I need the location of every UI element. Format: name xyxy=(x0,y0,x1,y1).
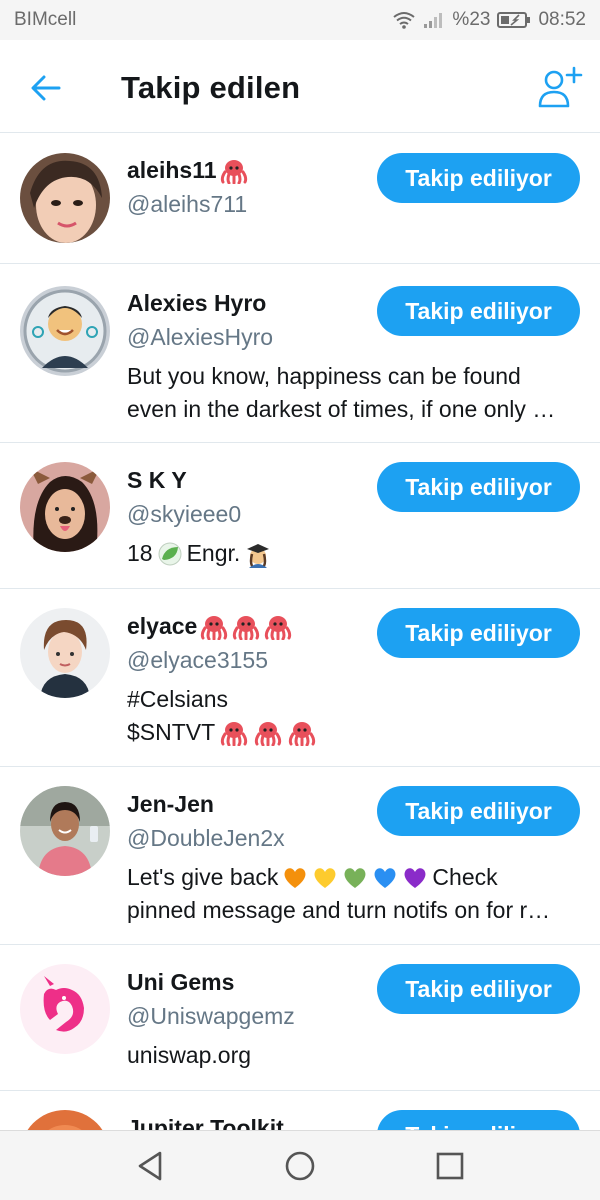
list-item[interactable]: elyace @elyace3155 #Celsians $SNTVT Taki… xyxy=(0,589,600,767)
recents-square-icon xyxy=(436,1152,464,1180)
bio-line: But you know, happiness can be found xyxy=(127,363,521,389)
user-handle: @DoubleJen2x xyxy=(127,825,285,851)
status-bar: BIMcell %23 08:52 xyxy=(0,0,600,40)
signal-icon xyxy=(424,13,443,28)
user-bio: uniswap.org xyxy=(127,1039,572,1072)
add-user-icon xyxy=(538,66,583,108)
list-item[interactable]: Alexies Hyro @AlexiesHyro But you know, … xyxy=(0,264,600,443)
user-handle: @AlexiesHyro xyxy=(127,324,274,350)
leaf-emoji-icon xyxy=(158,542,182,565)
orange-heart-icon xyxy=(284,867,306,888)
bio-line: #Celsians xyxy=(127,686,228,712)
octopus-emoji-icon xyxy=(233,615,260,640)
octopus-emoji-icon xyxy=(220,159,247,184)
user-name: Jen-Jen xyxy=(127,791,214,817)
bio-text: 18 xyxy=(127,540,153,566)
user-name-line: S K Y xyxy=(127,467,187,494)
green-heart-icon xyxy=(344,867,366,888)
following-list: aleihs11 @aleihs711 Takip ediliyor Alexi… xyxy=(0,133,600,1130)
octopus-emoji-icon xyxy=(201,615,228,640)
avatar[interactable] xyxy=(20,786,110,876)
battery-percent: %23 xyxy=(452,9,491,30)
list-item[interactable]: Jen-Jen @DoubleJen2x Let's give back Che… xyxy=(0,767,600,945)
clock: 08:52 xyxy=(538,9,586,30)
system-nav-bar xyxy=(0,1130,600,1200)
nav-home-button[interactable] xyxy=(280,1146,320,1186)
bio-line: $SNTVT xyxy=(127,719,216,745)
octopus-emoji-icon xyxy=(255,721,282,746)
avatar[interactable] xyxy=(20,964,110,1054)
avatar[interactable] xyxy=(20,462,110,552)
following-button[interactable]: Takip ediliyor xyxy=(377,1110,580,1130)
app-header: Takip edilen xyxy=(0,40,600,133)
bio-text: Check xyxy=(432,864,498,890)
octopus-emoji-icon xyxy=(221,721,248,746)
user-handle: @aleihs711 xyxy=(127,191,248,217)
user-handle: @Uniswapgemz xyxy=(127,1003,295,1029)
user-handle: @elyace3155 xyxy=(127,647,268,673)
bio-text: Engr. xyxy=(186,540,241,566)
user-name-line: Jen-Jen xyxy=(127,791,214,818)
following-button[interactable]: Takip ediliyor xyxy=(377,153,580,203)
user-bio: But you know, happiness can be found eve… xyxy=(127,360,572,426)
user-name-line: Uni Gems xyxy=(127,969,234,996)
avatar[interactable] xyxy=(20,153,110,243)
user-name: aleihs11 xyxy=(127,157,217,183)
wifi-icon xyxy=(393,12,416,29)
back-button[interactable] xyxy=(24,68,68,108)
bio-line: even in the darkest of times, if one onl… xyxy=(127,396,556,422)
yellow-heart-icon xyxy=(314,867,336,888)
user-name-line: elyace xyxy=(127,613,293,640)
following-button[interactable]: Takip ediliyor xyxy=(377,462,580,512)
user-bio: Let's give back Check pinned message and… xyxy=(127,861,572,927)
carrier-label: BIMcell xyxy=(14,9,77,30)
bio-text: Let's give back xyxy=(127,864,279,890)
following-button[interactable]: Takip ediliyor xyxy=(377,964,580,1014)
nav-recents-button[interactable] xyxy=(430,1146,470,1186)
battery-icon xyxy=(497,12,531,28)
graduate-emoji-icon xyxy=(247,543,270,568)
user-bio: #Celsians $SNTVT xyxy=(127,683,572,749)
octopus-emoji-icon xyxy=(289,721,316,746)
bio-line: pinned message and turn notifs on for r… xyxy=(127,897,551,923)
purple-heart-icon xyxy=(404,867,426,888)
user-name: elyace xyxy=(127,613,198,639)
avatar[interactable] xyxy=(20,286,110,376)
user-name-line: Alexies Hyro xyxy=(127,290,266,317)
user-name: Uni Gems xyxy=(127,969,235,995)
status-indicators: %23 08:52 xyxy=(392,9,586,31)
user-name: S K Y xyxy=(127,467,187,493)
octopus-emoji-icon xyxy=(265,615,292,640)
avatar[interactable] xyxy=(20,1110,110,1130)
list-item[interactable]: aleihs11 @aleihs711 Takip ediliyor xyxy=(0,133,600,264)
avatar[interactable] xyxy=(20,608,110,698)
list-item[interactable]: S K Y @skyieee0 18 Engr. Takip ediliyor xyxy=(0,443,600,589)
user-name: Alexies Hyro xyxy=(127,290,267,316)
list-item[interactable]: Jupiter Toolkit Takip ediliyor xyxy=(0,1091,600,1130)
page-title: Takip edilen xyxy=(121,70,301,105)
user-name-line: Jupiter Toolkit xyxy=(127,1115,284,1130)
nav-back-button[interactable] xyxy=(130,1146,170,1186)
user-bio: 18 Engr. xyxy=(127,537,572,570)
following-button[interactable]: Takip ediliyor xyxy=(377,786,580,836)
back-triangle-icon xyxy=(138,1151,162,1181)
add-user-button[interactable] xyxy=(534,62,586,114)
blue-heart-icon xyxy=(374,867,396,888)
home-circle-icon xyxy=(285,1151,315,1181)
user-name: Jupiter Toolkit xyxy=(127,1115,284,1130)
user-handle: @skyieee0 xyxy=(127,501,242,527)
list-item[interactable]: Uni Gems @Uniswapgemz uniswap.org Takip … xyxy=(0,945,600,1091)
user-name-line: aleihs11 xyxy=(127,157,249,184)
arrow-left-icon xyxy=(31,75,61,101)
following-button[interactable]: Takip ediliyor xyxy=(377,608,580,658)
bio-line: uniswap.org xyxy=(127,1042,252,1068)
following-button[interactable]: Takip ediliyor xyxy=(377,286,580,336)
